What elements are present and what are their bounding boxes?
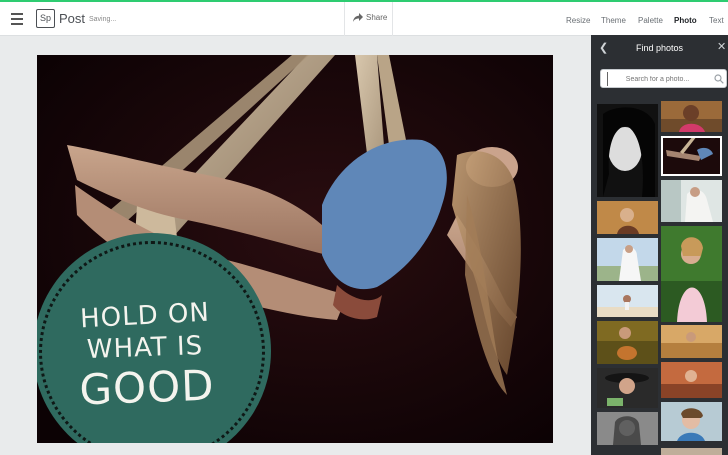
nav-photo[interactable]: Photo bbox=[674, 16, 697, 25]
panel-header: ❮ Find photos ✕ bbox=[591, 35, 728, 62]
find-photos-panel: ❮ Find photos ✕ bbox=[591, 35, 728, 455]
nav-palette[interactable]: Palette bbox=[638, 16, 663, 25]
thumbnail-girl-smiling[interactable] bbox=[661, 101, 722, 132]
panel-title: Find photos bbox=[635, 43, 684, 53]
photo-search-input[interactable] bbox=[607, 72, 707, 86]
thumbnail-bw-portrait[interactable] bbox=[597, 104, 658, 197]
thumbnail-aerial-silk[interactable] bbox=[661, 136, 722, 176]
thumbnail-bw-woman[interactable] bbox=[597, 412, 658, 445]
nav-resize[interactable]: Resize bbox=[566, 16, 590, 25]
app-name: Post bbox=[59, 11, 86, 26]
thumbnail-partial-2[interactable] bbox=[597, 449, 658, 455]
share-label: Share bbox=[366, 13, 388, 22]
thumbnail-woman-field[interactable] bbox=[597, 238, 658, 281]
top-bar: Sp Post Saving... Share Resize Theme Pal… bbox=[0, 0, 728, 36]
share-arrow-icon bbox=[353, 13, 363, 22]
thumbnail-guitar[interactable] bbox=[597, 321, 658, 364]
quote-line-3: GOOD bbox=[78, 360, 216, 415]
nav-text[interactable]: Text bbox=[709, 16, 724, 25]
thumbnail-wheat-field[interactable] bbox=[661, 325, 722, 358]
save-status: Saving... bbox=[89, 16, 117, 23]
search-icon[interactable] bbox=[714, 74, 724, 84]
thumbnail-woman-white-dress[interactable] bbox=[661, 180, 722, 222]
thumbnail-partial[interactable] bbox=[661, 445, 722, 455]
photo-search-box bbox=[600, 69, 727, 88]
app-logo: Sp bbox=[36, 9, 55, 28]
close-icon[interactable]: ✕ bbox=[717, 40, 726, 53]
thumbnail-girl-flowers[interactable] bbox=[661, 226, 722, 322]
thumbnail-beach[interactable] bbox=[597, 285, 658, 317]
menu-icon[interactable] bbox=[11, 13, 23, 25]
design-canvas[interactable]: HOLD ON WHAT IS GOOD bbox=[37, 55, 553, 443]
thumbnail-hat-money[interactable] bbox=[597, 368, 658, 408]
share-button[interactable]: Share bbox=[353, 13, 387, 22]
share-section: Share bbox=[344, 2, 393, 36]
thumbnail-child-portrait[interactable] bbox=[661, 402, 722, 441]
thumbnail-woman-sunset[interactable] bbox=[661, 362, 722, 398]
nav-theme[interactable]: Theme bbox=[601, 16, 626, 25]
thumbnail-girl-autumn[interactable] bbox=[597, 201, 658, 234]
